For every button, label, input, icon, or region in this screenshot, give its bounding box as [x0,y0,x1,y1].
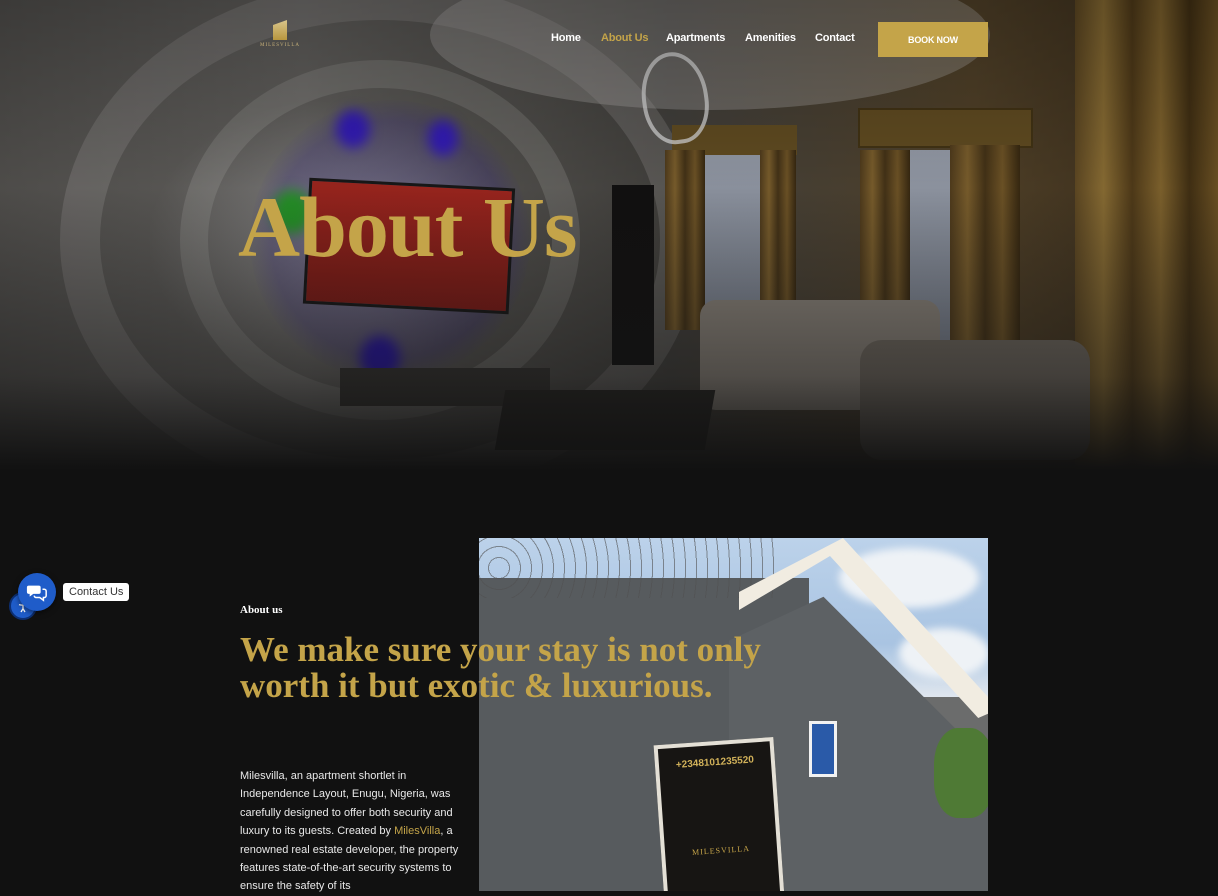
chat-label[interactable]: Contact Us [63,583,130,601]
razor-wire [479,538,779,598]
page-title: About Us [238,179,577,275]
about-paragraph: Milesvilla, an apartment shortlet in Ind… [240,767,470,896]
section-eyebrow: About us [240,604,283,616]
sign-phone: +2348101235520 [675,754,755,771]
nav-amenities[interactable]: Amenities [745,32,796,44]
hero-banner [0,0,1218,470]
hero-overlay [0,0,1218,470]
tree [934,728,988,818]
chat-bubbles-icon [26,585,47,602]
milesvilla-link[interactable]: MilesVilla [394,825,440,837]
nav-home[interactable]: Home [551,32,581,44]
building-photo: +2348101235520 MILESVILLA [479,538,988,891]
nav-contact[interactable]: Contact [815,32,855,44]
house-window [809,721,837,777]
chat-button[interactable] [18,573,56,611]
site-logo[interactable]: MILESVILLA [258,20,302,52]
sign-brand: MILESVILLA [691,843,751,857]
logo-building-icon [273,20,287,40]
section-heading: We make sure your stay is not only worth… [240,630,761,705]
logo-text: MILESVILLA [260,43,300,48]
nav-about-us[interactable]: About Us [601,32,648,44]
book-now-button[interactable]: BOOK NOW [878,22,988,57]
nav-apartments[interactable]: Apartments [666,32,725,44]
building-signboard: +2348101235520 MILESVILLA [653,737,785,891]
